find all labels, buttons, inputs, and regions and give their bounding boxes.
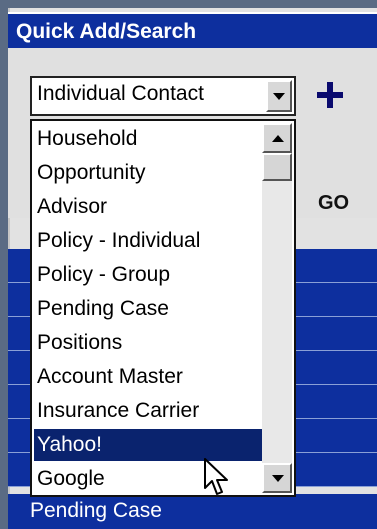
list-item-pending-case[interactable]: Pending Case xyxy=(8,494,377,529)
option-opportunity[interactable]: Opportunity xyxy=(34,157,264,189)
chevron-up-icon xyxy=(272,135,284,142)
option-positions[interactable]: Positions xyxy=(34,327,264,359)
option-advisor[interactable]: Advisor xyxy=(34,191,264,223)
select-value: Individual Contact xyxy=(37,82,204,105)
option-account-master[interactable]: Account Master xyxy=(34,361,264,393)
scroll-thumb[interactable] xyxy=(262,153,292,181)
record-type-dropdown-list[interactable]: Household Opportunity Advisor Policy - I… xyxy=(30,119,296,497)
scroll-down-button[interactable] xyxy=(262,463,292,493)
option-pending-case[interactable]: Pending Case xyxy=(34,293,264,325)
panel-title: Quick Add/Search xyxy=(8,12,377,48)
go-button[interactable]: GO xyxy=(318,192,349,215)
chevron-down-icon xyxy=(272,475,284,482)
chevron-down-icon xyxy=(273,93,285,100)
add-button[interactable] xyxy=(317,82,343,108)
dropdown-scrollbar[interactable] xyxy=(262,123,292,493)
option-policy-individual[interactable]: Policy - Individual xyxy=(34,225,264,257)
option-household[interactable]: Household xyxy=(34,123,264,155)
quick-add-panel: Quick Add/Search Individual Contact GO C… xyxy=(0,0,377,529)
select-dropdown-button[interactable] xyxy=(266,80,292,112)
option-insurance-carrier[interactable]: Insurance Carrier xyxy=(34,395,264,427)
scroll-up-button[interactable] xyxy=(262,123,292,153)
record-type-select[interactable]: Individual Contact xyxy=(30,76,296,116)
option-policy-group[interactable]: Policy - Group xyxy=(34,259,264,291)
option-yahoo[interactable]: Yahoo! xyxy=(34,429,264,461)
arrow-cursor-icon xyxy=(204,458,228,495)
